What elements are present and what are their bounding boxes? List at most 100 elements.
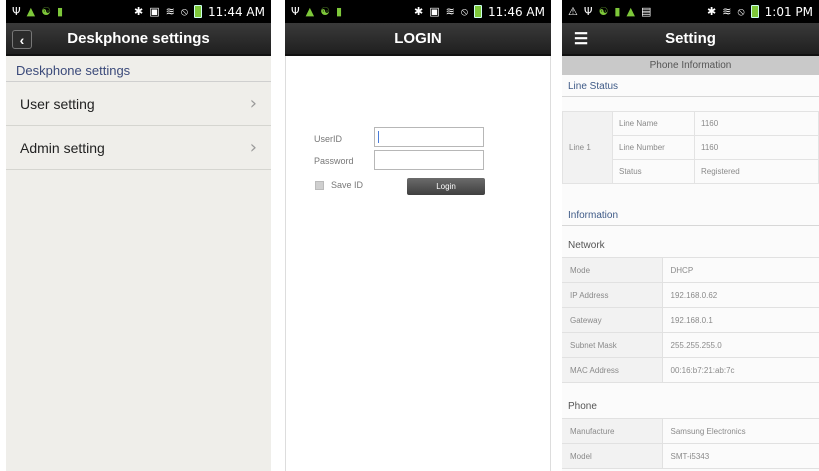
line-status-header: Line Status xyxy=(562,75,819,97)
status-bar: Ψ ▲ ☯ ▮ ✱ ▣ ≋ ⦸ 11:46 AM xyxy=(285,0,551,23)
table-row: MAC Address 00:16:b7:21:ab:7c xyxy=(562,357,819,383)
table-row: Subnet Mask 255.255.255.0 xyxy=(562,332,819,358)
mac-address-value: 00:16:b7:21:ab:7c xyxy=(662,357,819,383)
gateway-key: Gateway xyxy=(562,307,663,333)
mac-address-key: MAC Address xyxy=(562,357,663,383)
table-row: Line 1 Line Name 1160 xyxy=(562,111,819,184)
page-title: Deskphone settings xyxy=(67,30,210,47)
notification-icon: ▮ xyxy=(57,5,64,18)
admin-setting-item[interactable]: Admin setting › xyxy=(6,126,271,170)
model-key: Model xyxy=(562,443,663,469)
phone-screen-login: Ψ ▲ ☯ ▮ ✱ ▣ ≋ ⦸ 11:46 AM LOGIN UserID Pa… xyxy=(285,0,551,471)
android-icon: ▲ xyxy=(26,5,36,18)
line-name-key: Line Name xyxy=(612,111,695,136)
title-bar: ☰ Setting xyxy=(562,23,819,56)
blocked-icon: ⦸ xyxy=(180,4,189,18)
battery-icon xyxy=(194,5,203,18)
menu-icon: ☰ xyxy=(573,31,589,48)
blocked-icon: ⦸ xyxy=(737,4,745,18)
sync-icon: ☯ xyxy=(41,5,52,18)
warning-icon: ⚠ xyxy=(568,5,578,18)
phone-table: Manufacture Samsung Electronics Model SMT-… xyxy=(562,418,819,469)
ip-address-value: 192.168.0.62 xyxy=(662,282,819,308)
status-bar: ⚠ Ψ ☯ ▮ ▲ ▤ ✱ ≋ ⦸ 1:01 PM xyxy=(562,0,819,23)
page-title: Setting xyxy=(665,30,716,47)
chevron-right-icon: › xyxy=(249,137,257,158)
menu-button[interactable]: ☰ xyxy=(571,30,591,48)
phone-information-banner: Phone Information xyxy=(562,56,819,75)
ip-address-key: IP Address xyxy=(562,282,663,308)
manufacture-value: Samsung Electronics xyxy=(662,418,819,444)
list-item-label: Admin setting xyxy=(20,139,105,156)
android-icon: ▲ xyxy=(626,5,635,18)
battery-icon xyxy=(474,5,483,18)
android-icon: ▲ xyxy=(305,5,315,18)
nfc-icon: ▣ xyxy=(149,5,160,18)
table-row: Manufacture Samsung Electronics xyxy=(562,418,819,444)
table-row: Gateway 192.168.0.1 xyxy=(562,307,819,333)
status-time: 11:44 AM xyxy=(208,4,265,19)
manufacture-key: Manufacture xyxy=(562,418,663,444)
line-status-table: Line 1 Line Name 1160 Line Number 1160 S… xyxy=(562,111,819,184)
table-row: IP Address 192.168.0.62 xyxy=(562,282,819,308)
title-bar: LOGIN xyxy=(285,23,551,56)
password-label: Password xyxy=(314,156,354,166)
chevron-left-icon: ‹ xyxy=(19,31,25,48)
phone-screen-deskphone-settings: Ψ ▲ ☯ ▮ ✱ ▣ ≋ ⦸ 11:44 AM ‹ Deskphone set… xyxy=(6,0,271,471)
usb-icon: Ψ xyxy=(291,5,300,18)
subnet-mask-value: 255.255.255.0 xyxy=(662,332,819,358)
network-table: Mode DHCP IP Address 192.168.0.62 Gateway 1… xyxy=(562,257,819,383)
phone-screen-phone-information: ⚠ Ψ ☯ ▮ ▲ ▤ ✱ ≋ ⦸ 1:01 PM ☰ Setting Phon… xyxy=(562,0,819,471)
blocked-icon: ⦸ xyxy=(460,4,469,18)
text-caret xyxy=(378,131,379,143)
phone-subheader: Phone xyxy=(568,401,597,412)
information-header: Information xyxy=(562,204,819,226)
gateway-value: 192.168.0.1 xyxy=(662,307,819,333)
sync-icon: ☯ xyxy=(320,5,331,18)
table-row: Model SMT-i5343 xyxy=(562,443,819,469)
notification-icon: ▮ xyxy=(614,5,621,18)
nfc-icon: ▣ xyxy=(429,5,440,18)
bluetooth-icon: ✱ xyxy=(134,5,144,18)
page-title: LOGIN xyxy=(394,30,442,47)
password-input[interactable] xyxy=(374,150,484,170)
login-button[interactable]: Login xyxy=(407,178,485,195)
back-button[interactable]: ‹ xyxy=(12,30,32,49)
line-number-value: 1160 xyxy=(694,135,819,160)
wifi-icon: ≋ xyxy=(722,5,732,18)
list-item-label: User setting xyxy=(20,95,95,112)
sync-icon: ☯ xyxy=(598,5,609,18)
screenshot-icon: ▤ xyxy=(640,5,652,18)
line-name-value: 1160 xyxy=(694,111,819,136)
wifi-icon: ≋ xyxy=(165,5,175,18)
battery-icon xyxy=(750,5,759,18)
status-time: 1:01 PM xyxy=(764,4,813,19)
mode-key: Mode xyxy=(562,257,663,283)
title-bar: ‹ Deskphone settings xyxy=(6,23,271,56)
status-bar: Ψ ▲ ☯ ▮ ✱ ▣ ≋ ⦸ 11:44 AM xyxy=(6,0,271,23)
notification-icon: ▮ xyxy=(336,5,343,18)
line-number-key: Line Number xyxy=(612,135,695,160)
section-header: Deskphone settings xyxy=(6,56,271,82)
save-id-label: Save ID xyxy=(331,180,364,190)
status-value: Registered xyxy=(694,159,819,184)
status-key: Status xyxy=(612,159,695,184)
bluetooth-icon: ✱ xyxy=(707,5,717,18)
userid-label: UserID xyxy=(314,134,343,144)
user-setting-item[interactable]: User setting › xyxy=(6,82,271,126)
subnet-mask-key: Subnet Mask xyxy=(562,332,663,358)
line-label: Line 1 xyxy=(562,111,613,184)
wifi-icon: ≋ xyxy=(445,5,455,18)
phone-information-view[interactable]: Phone Information Line Status Line 1 Lin… xyxy=(562,56,819,471)
usb-icon: Ψ xyxy=(583,5,593,18)
status-time: 11:46 AM xyxy=(488,4,545,19)
settings-list: Deskphone settings User setting › Admin … xyxy=(6,56,271,471)
login-form: UserID Password Save ID Login xyxy=(285,56,551,471)
mode-value: DHCP xyxy=(662,257,819,283)
chevron-right-icon: › xyxy=(249,93,257,114)
table-row: Mode DHCP xyxy=(562,257,819,283)
userid-input[interactable] xyxy=(374,127,484,147)
network-subheader: Network xyxy=(568,240,605,251)
save-id-checkbox[interactable] xyxy=(315,181,324,190)
usb-icon: Ψ xyxy=(12,5,21,18)
